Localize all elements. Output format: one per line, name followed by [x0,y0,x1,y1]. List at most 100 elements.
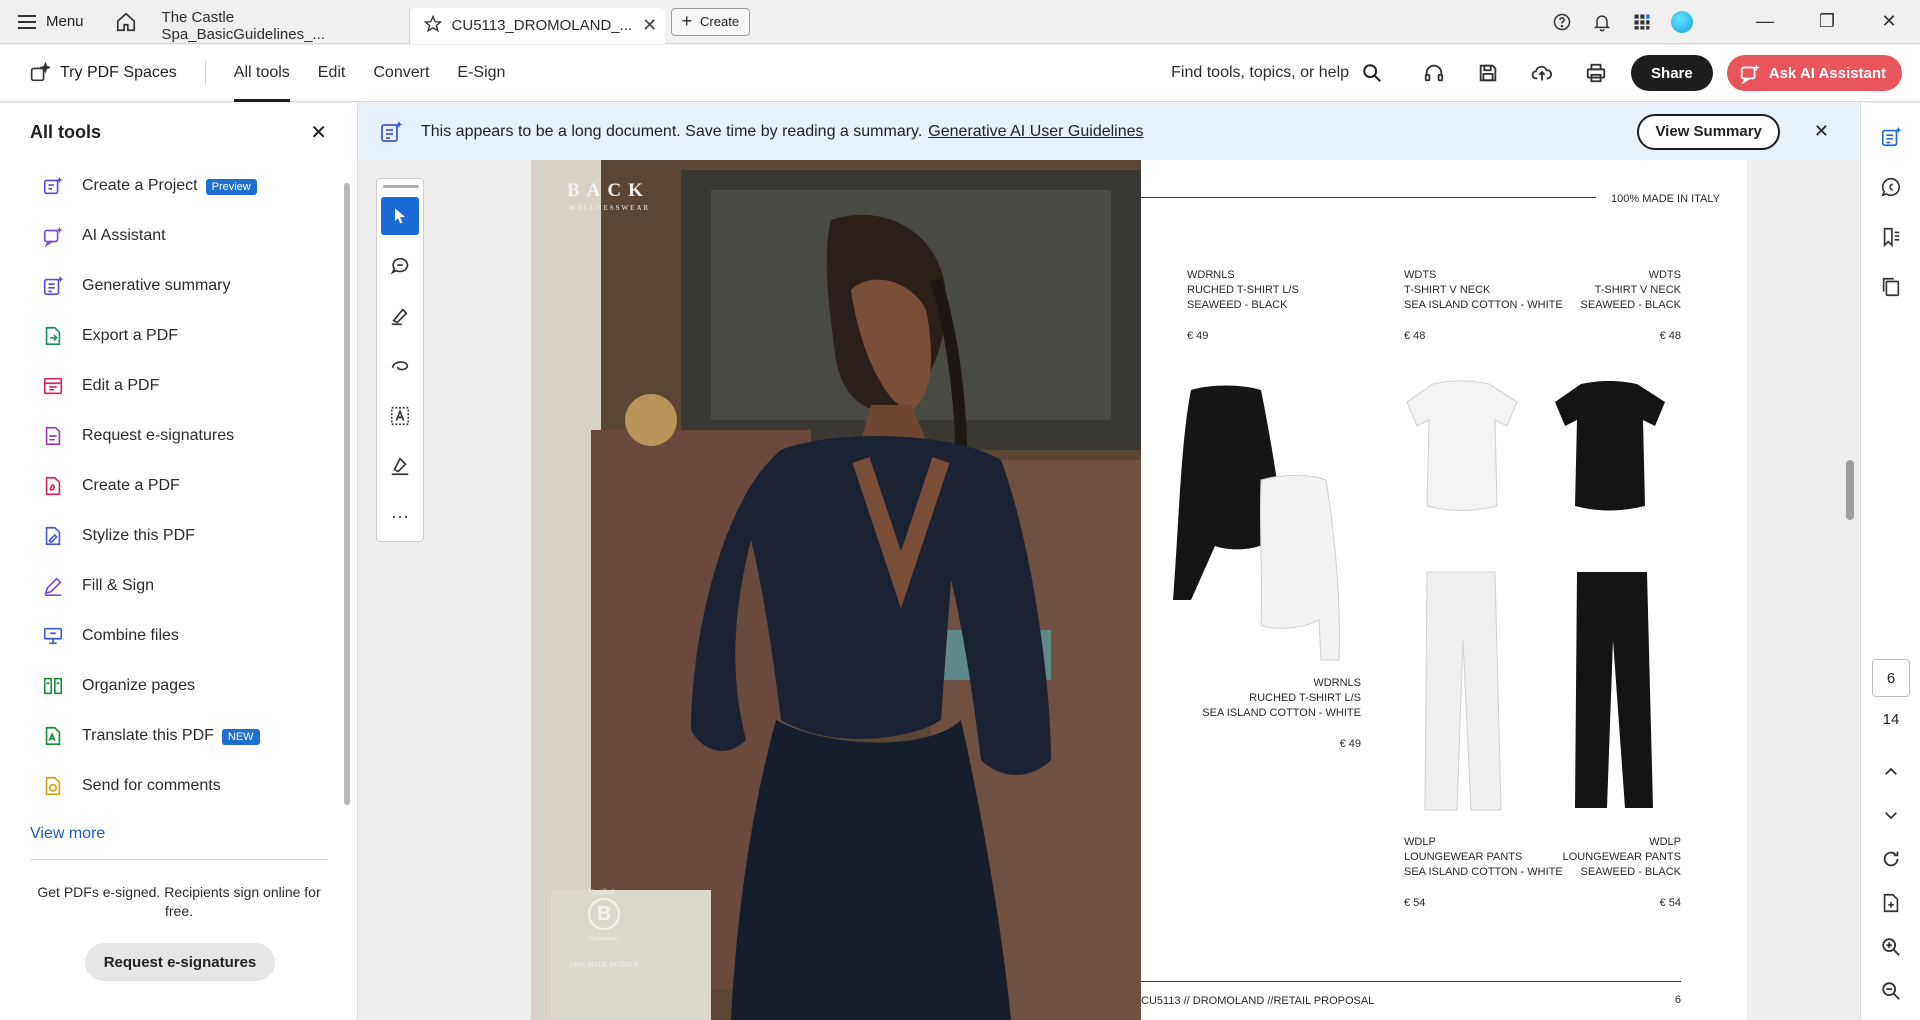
restore-icon[interactable]: ❐ [1796,0,1858,44]
minimize-icon[interactable]: — [1734,0,1796,44]
preview-badge: Preview [205,179,257,195]
tab-castle-spa[interactable]: The Castle Spa_BasicGuidelines_... [148,7,410,44]
pdf-spaces-icon [30,62,50,82]
tool-stylize-pdf[interactable]: Stylize this PDF [0,511,340,561]
close-banner-icon[interactable]: ✕ [1814,121,1829,142]
close-tab-icon[interactable]: ✕ [642,15,657,36]
close-panel-icon[interactable]: ✕ [310,120,327,145]
page-thumbnails-icon[interactable] [1879,275,1903,299]
all-tools-panel: All tools ✕ Create a Project Preview AI A… [0,103,358,1020]
text-box-icon[interactable] [381,397,419,435]
total-pages: 14 [1882,711,1900,728]
certified-label: Certified [589,888,614,896]
tool-request-esignatures[interactable]: Request e-signatures [0,411,340,461]
product-photo: BACK WELLNESSWEAR Certified B Corporatio… [531,160,1141,1020]
summary-panel-icon[interactable] [1879,125,1903,149]
find-label: Find tools, topics, or help [1171,64,1350,81]
print-icon[interactable] [1569,62,1623,84]
previous-page-icon[interactable] [1879,760,1903,784]
product-code: WDTS [1648,269,1681,281]
product-material: SEA ISLAND COTTON - WHITE [1404,299,1563,311]
create-button[interactable]: + Create [670,7,751,36]
panel-scrollbar[interactable] [344,183,350,805]
tool-send-for-comments[interactable]: Send for comments [0,761,340,811]
tool-organize-pages[interactable]: Organize pages [0,661,340,711]
plus-icon: + [681,11,693,31]
tool-edit-pdf[interactable]: Edit a PDF [0,361,340,411]
menu-label: Menu [46,13,84,30]
right-rail: 6 14 [1860,103,1920,1020]
current-page-input[interactable]: 6 [1872,659,1910,697]
select-cursor-icon[interactable] [381,197,419,235]
tab-e-sign[interactable]: E-Sign [457,45,505,102]
tool-ai-assistant[interactable]: AI Assistant [0,211,340,261]
apps-grid-icon[interactable] [1622,12,1662,32]
tool-create-project[interactable]: Create a Project Preview [0,161,340,211]
try-pdf-spaces-button[interactable]: Try PDF Spaces [28,61,206,85]
request-esignatures-button[interactable]: Request e-signatures [85,943,275,981]
page-tools-icon[interactable] [1879,891,1903,915]
project-icon [43,176,63,195]
ai-assistant-icon [43,226,63,247]
product-code: WDLP [1649,836,1681,848]
document-scrollbar[interactable] [1846,160,1854,1020]
comments-icon[interactable] [1879,175,1903,199]
zoom-in-icon[interactable] [1879,935,1903,959]
tool-generative-summary[interactable]: Generative summary [0,261,340,311]
drag-handle[interactable] [383,185,419,188]
tab-label: E-Sign [457,64,506,81]
home-icon[interactable] [112,8,140,36]
tool-label: Combine files [82,627,179,644]
tab-all-tools[interactable]: All tools [233,45,290,102]
tool-translate-pdf[interactable]: Translate this PDF NEW [0,711,340,761]
send-comments-icon [45,776,61,796]
tool-combine-files[interactable]: Combine files [0,611,340,661]
notification-bell-icon[interactable] [1582,12,1622,32]
tab-dromoland[interactable]: CU5113_DROMOLAND_... ✕ [409,7,665,44]
help-icon[interactable] [1542,12,1582,32]
view-more-link[interactable]: View more [30,825,105,843]
product-4-price: € 49 [1339,738,1361,750]
find-tools-search[interactable]: Find tools, topics, or help [1171,62,1383,84]
tool-export-pdf[interactable]: Export a PDF [0,311,340,361]
tab-edit[interactable]: Edit [318,45,346,102]
esign-promo-text: Get PDFs e-signed. Recipients sign onlin… [37,884,321,919]
translate-icon [45,726,61,746]
corporation-label: Corporation [589,936,618,942]
rotate-icon[interactable] [1879,847,1903,871]
menu-button[interactable]: Menu [18,0,84,44]
highlight-pen-icon[interactable] [381,297,419,335]
product-2-price: € 48 [1404,330,1426,342]
tool-fill-sign[interactable]: Fill & Sign [0,561,340,611]
tab-label: CU5113_DROMOLAND_... [451,17,633,34]
product-illustrations [1173,380,1665,811]
bookmarks-icon[interactable] [1879,225,1903,249]
new-badge: NEW [221,729,260,745]
upload-cloud-icon[interactable] [1515,62,1569,84]
share-button[interactable]: Share [1631,55,1713,91]
view-summary-button[interactable]: View Summary [1637,113,1780,150]
tab-convert[interactable]: Convert [373,45,429,102]
next-page-icon[interactable] [1879,803,1903,827]
combine-icon [43,627,63,645]
headphones-icon[interactable] [1407,62,1461,84]
guidelines-link[interactable]: Generative AI User Guidelines [928,123,1143,141]
panel-header: All tools ✕ [0,103,357,161]
sign-pen-icon[interactable] [381,447,419,485]
fill-sign-icon [44,577,62,596]
tool-label: Edit a PDF [82,377,160,394]
summary-icon [43,275,64,296]
save-icon[interactable] [1461,62,1515,84]
more-tools-icon[interactable]: ··· [381,497,419,535]
hamburger-icon [18,14,36,29]
tool-label: Translate this PDF [82,727,214,744]
tool-create-pdf[interactable]: Create a PDF [0,461,340,511]
star-icon[interactable] [423,14,442,37]
add-comment-icon[interactable] [381,247,419,285]
made-in-italy-label: 100% MADE IN ITALY [1611,193,1721,205]
profile-avatar[interactable] [1662,10,1702,33]
close-window-icon[interactable]: ✕ [1858,0,1920,44]
ask-ai-assistant-button[interactable]: Ask AI Assistant [1726,55,1902,91]
zoom-out-icon[interactable] [1879,979,1903,1003]
draw-freehand-icon[interactable] [381,347,419,385]
